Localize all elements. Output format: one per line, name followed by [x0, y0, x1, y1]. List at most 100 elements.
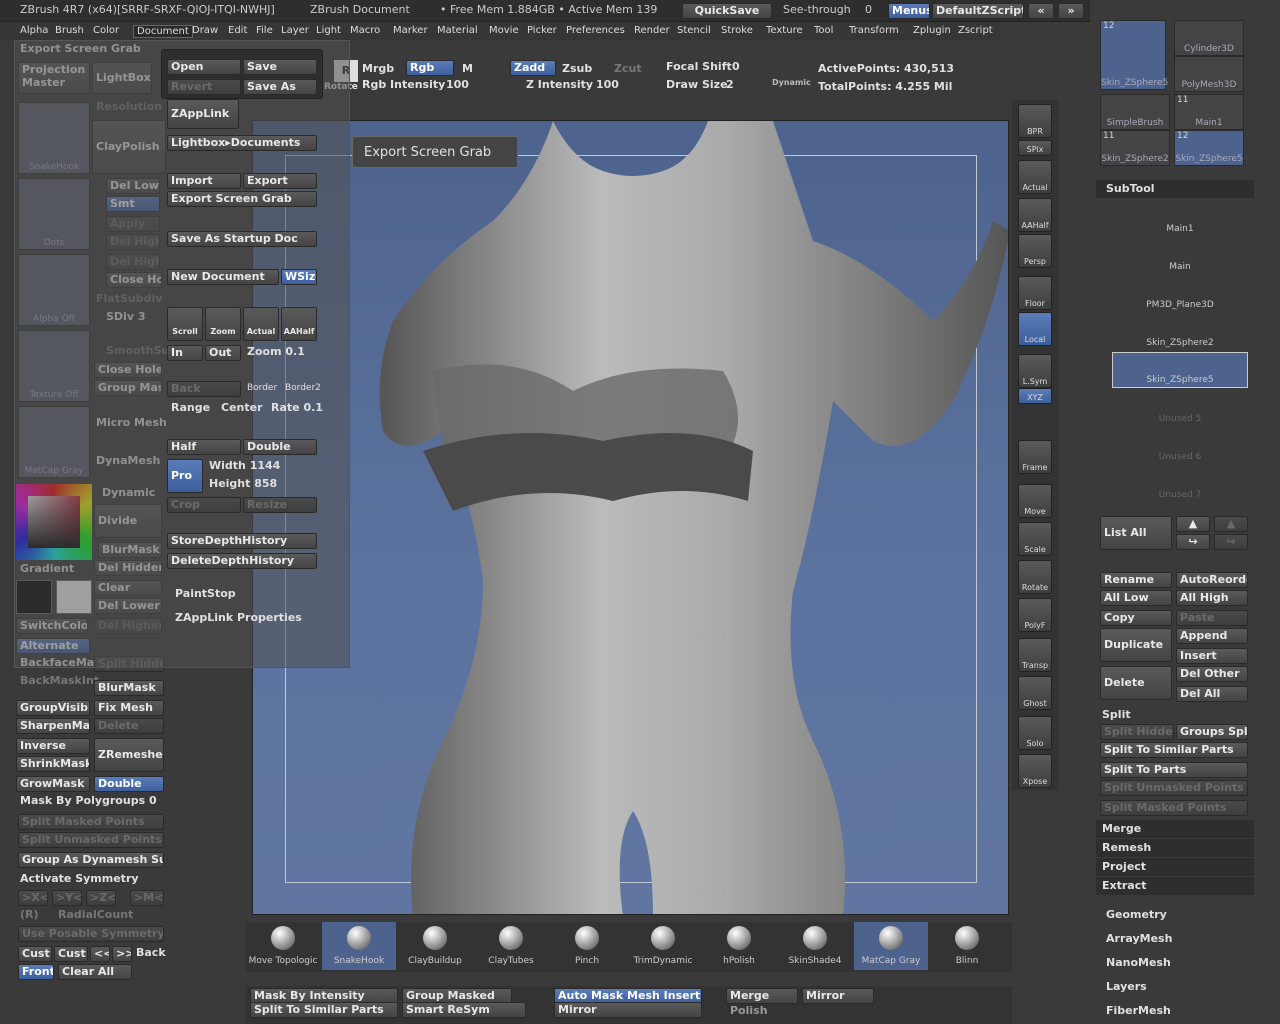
- wsize-button[interactable]: WSize: [281, 269, 317, 285]
- tool-thumb[interactable]: SimpleBrush: [1100, 94, 1170, 130]
- blurmask2-button[interactable]: BlurMask: [94, 680, 164, 696]
- menu-layer[interactable]: Layer: [281, 25, 309, 36]
- prev-button[interactable]: <<: [90, 946, 110, 962]
- del-all-button[interactable]: Del All: [1176, 686, 1248, 702]
- border-label[interactable]: Border: [247, 383, 277, 393]
- arrow-up2-icon[interactable]: ▲: [1214, 516, 1248, 532]
- split-masked-button[interactable]: Split Masked Points: [1100, 800, 1248, 816]
- zscript-button[interactable]: DefaultZScript: [932, 3, 1024, 19]
- focal-shift-label[interactable]: Focal Shift: [666, 60, 732, 73]
- split-similar-button[interactable]: Split To Similar Parts: [250, 1002, 398, 1018]
- rgb-intensity-label[interactable]: Rgb Intensity: [362, 78, 445, 91]
- subtool-row[interactable]: Unused 5: [1112, 390, 1248, 426]
- bpr-button[interactable]: BPR: [1018, 104, 1052, 138]
- subtool-header[interactable]: SubTool: [1106, 182, 1155, 195]
- brush-trimdynamic[interactable]: TrimDynamic: [626, 922, 700, 970]
- rename-button[interactable]: Rename: [1100, 572, 1172, 588]
- move-button[interactable]: Move: [1018, 484, 1052, 518]
- tool-thumb[interactable]: PolyMesh3D: [1174, 56, 1244, 92]
- split-parts-button[interactable]: Split To Parts: [1100, 762, 1248, 778]
- append-button[interactable]: Append: [1176, 628, 1248, 644]
- draw-size-label[interactable]: Draw Size: [666, 78, 728, 91]
- merge-button[interactable]: Merge: [726, 988, 798, 1004]
- double-button[interactable]: Double: [94, 776, 164, 792]
- brush-matcap-gray[interactable]: MatCap Gray: [854, 922, 928, 970]
- brush-blinn[interactable]: Blinn: [930, 922, 1004, 970]
- aahalf-icon[interactable]: AAHalf: [281, 307, 317, 341]
- zadd-toggle[interactable]: Zadd: [510, 60, 556, 76]
- brush-pinch[interactable]: Pinch: [550, 922, 624, 970]
- tool-thumb[interactable]: Cylinder3D: [1174, 20, 1244, 56]
- group-as-dynamesh-button[interactable]: Group As Dynamesh Sub: [18, 852, 164, 868]
- quicksave-button[interactable]: QuickSave: [682, 3, 772, 19]
- xyz-button[interactable]: XYZ: [1018, 388, 1052, 404]
- frame-button[interactable]: Frame: [1018, 440, 1052, 474]
- project-section[interactable]: Project: [1102, 860, 1146, 873]
- mrgb-toggle[interactable]: Mrgb: [362, 62, 394, 75]
- menu-alpha[interactable]: Alpha: [20, 25, 48, 36]
- merge-section[interactable]: Merge: [1102, 822, 1141, 835]
- brush-claytubes[interactable]: ClayTubes: [474, 922, 548, 970]
- polyf-button[interactable]: PolyF: [1018, 598, 1052, 632]
- floor-button[interactable]: Floor: [1018, 276, 1052, 310]
- split-header[interactable]: Split: [1102, 708, 1131, 721]
- use-posable-symmetry-button[interactable]: Use Posable Symmetry: [18, 926, 164, 942]
- local-button[interactable]: Local: [1018, 312, 1052, 346]
- smart-resym-button[interactable]: Smart ReSym: [402, 1002, 526, 1018]
- split-similar-button[interactable]: Split To Similar Parts: [1100, 742, 1248, 758]
- subtool-row[interactable]: Skin_ZSphere2: [1112, 314, 1248, 350]
- fix-mesh-button[interactable]: Fix Mesh: [94, 700, 164, 716]
- seethrough-label[interactable]: See-through: [783, 3, 851, 16]
- delete-button[interactable]: Delete: [94, 718, 164, 734]
- zoom-slider[interactable]: Zoom 0.1: [247, 345, 305, 358]
- zapplink-properties-label[interactable]: ZAppLink Properties: [175, 611, 302, 624]
- export-screen-grab-button[interactable]: Export Screen Grab: [167, 191, 317, 207]
- mirror-button[interactable]: Mirror: [802, 988, 874, 1004]
- delete-button[interactable]: Delete: [1100, 666, 1172, 700]
- split-unmasked-points-button[interactable]: Split Unmasked Points: [18, 832, 164, 848]
- backmaskint-label[interactable]: BackMaskInt: [20, 674, 99, 687]
- brush-hpolish[interactable]: hPolish: [702, 922, 776, 970]
- menus-button[interactable]: Menus: [888, 3, 930, 19]
- all-high-button[interactable]: All High: [1176, 590, 1248, 606]
- menu-render[interactable]: Render: [634, 25, 670, 36]
- paste-button[interactable]: Paste: [1176, 610, 1248, 626]
- transp-button[interactable]: Transp: [1018, 638, 1052, 672]
- list-all-button[interactable]: List All: [1100, 516, 1172, 550]
- back-view-button[interactable]: Back: [136, 946, 166, 959]
- viewport-canvas[interactable]: [252, 120, 1009, 915]
- arraymesh-section[interactable]: ArrayMesh: [1106, 932, 1172, 945]
- new-document-button[interactable]: New Document: [167, 269, 279, 285]
- ghost-button[interactable]: Ghost: [1018, 676, 1052, 710]
- menu-macro[interactable]: Macro: [350, 25, 380, 36]
- subtool-row[interactable]: Skin_ZSphere5: [1112, 352, 1248, 388]
- mask-by-polygroups-slider[interactable]: Mask By Polygroups 0: [20, 794, 157, 807]
- menu-material[interactable]: Material: [437, 25, 478, 36]
- growmask-button[interactable]: GrowMask: [16, 776, 90, 792]
- brush-skinshade4[interactable]: SkinShade4: [778, 922, 852, 970]
- menu-texture[interactable]: Texture: [766, 25, 803, 36]
- custom1-button[interactable]: Cust: [18, 946, 52, 962]
- menu-zscript[interactable]: Zscript: [958, 25, 993, 36]
- extract-section[interactable]: Extract: [1102, 879, 1147, 892]
- radial-toggle[interactable]: (R): [20, 908, 39, 921]
- menu-brush[interactable]: Brush: [55, 25, 84, 36]
- geometry-section[interactable]: Geometry: [1106, 908, 1167, 921]
- zcut-toggle[interactable]: Zcut: [614, 62, 642, 75]
- menu-picker[interactable]: Picker: [527, 25, 557, 36]
- menu-document[interactable]: Document: [133, 25, 193, 38]
- custom2-button[interactable]: Cust: [54, 946, 88, 962]
- zremesher-button[interactable]: ZRemesher: [94, 738, 164, 772]
- rate-slider[interactable]: Rate 0.1: [271, 401, 323, 414]
- subtool-row[interactable]: Main1: [1112, 200, 1248, 236]
- del-other-button[interactable]: Del Other: [1176, 666, 1248, 682]
- symmetry-y-toggle[interactable]: >Y<: [52, 890, 82, 906]
- actual-icon[interactable]: Actual: [243, 307, 279, 341]
- height-slider[interactable]: Height 858: [209, 477, 277, 490]
- split-masked-points-button[interactable]: Split Masked Points: [18, 814, 164, 830]
- store-depth-history-button[interactable]: StoreDepthHistory: [167, 533, 317, 549]
- nanomesh-section[interactable]: NanoMesh: [1106, 956, 1171, 969]
- fibermesh-section[interactable]: FiberMesh: [1106, 1004, 1171, 1017]
- duplicate-button[interactable]: Duplicate: [1100, 628, 1172, 662]
- range-slider[interactable]: Range: [171, 401, 210, 414]
